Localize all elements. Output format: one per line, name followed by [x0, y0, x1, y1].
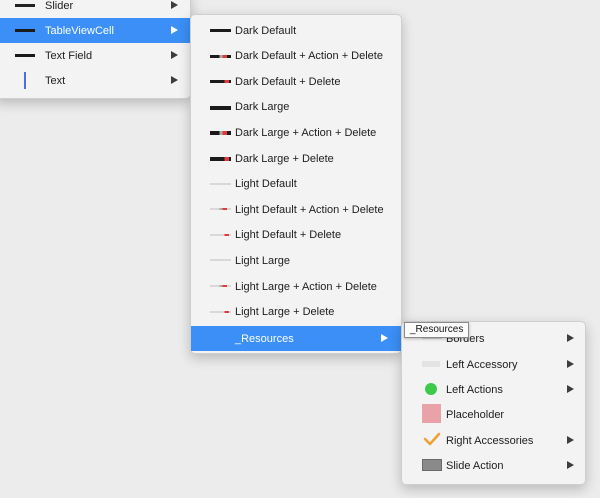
menu-item-label: Dark Default + Action + Delete	[235, 50, 383, 63]
tooltip: _Resources	[404, 322, 470, 338]
checkmark-icon	[423, 432, 441, 449]
menu-item-placeholder[interactable]: Placeholder	[402, 402, 585, 427]
dark-cell-icon	[210, 29, 231, 32]
menu-item-label: Light Default	[235, 178, 297, 191]
menu-item-label: Light Large	[235, 254, 291, 267]
submenu-arrow-icon	[171, 26, 178, 34]
menu-item-dark-default[interactable]: Dark Default	[191, 18, 401, 43]
dark-cell-delete-icon	[210, 80, 231, 84]
submenu-arrow-icon	[567, 385, 574, 393]
menu-item-slider[interactable]: Slider	[0, 0, 190, 18]
menu-item-label: Dark Default	[235, 24, 297, 37]
resources-menu: Borders Left Accessory Left Actions Plac…	[401, 321, 586, 485]
menu-item-slide-action[interactable]: Slide Action	[402, 453, 585, 478]
menu-item-light-large[interactable]: Light Large	[191, 248, 401, 273]
submenu-arrow-icon	[381, 334, 388, 342]
submenu-arrow-icon	[171, 76, 178, 84]
tableviewcell-menu: Dark Default Dark Default + Action + Del…	[190, 14, 402, 354]
left-accessory-icon	[422, 361, 440, 367]
menu-item-label: Dark Large + Action + Delete	[235, 126, 377, 139]
menu-item-label: Placeholder	[446, 408, 505, 421]
submenu-arrow-icon	[171, 1, 178, 9]
submenu-arrow-icon	[171, 51, 178, 59]
text-cursor-icon	[24, 72, 26, 89]
menu-item-light-default[interactable]: Light Default	[191, 172, 401, 197]
menu-item-text-field[interactable]: Text Field	[0, 43, 190, 68]
text-field-icon	[15, 54, 35, 57]
menu-item-label: Light Default + Delete	[235, 229, 342, 242]
submenu-arrow-icon	[567, 436, 574, 444]
menu-item-left-accessory[interactable]: Left Accessory	[402, 352, 585, 377]
light-large-cell-action-delete-icon	[210, 285, 231, 287]
menu-item-label: Left Actions	[446, 383, 503, 396]
table-view-cell-icon	[15, 29, 35, 32]
menu-item-label: Light Large + Delete	[235, 306, 335, 319]
menu-item-dark-default-delete[interactable]: Dark Default + Delete	[191, 69, 401, 94]
menu-item-label: Dark Default + Delete	[235, 75, 341, 88]
menu-item-label: Dark Large + Delete	[235, 152, 334, 165]
menu-item-resources[interactable]: _Resources	[191, 326, 401, 351]
dark-large-cell-icon	[210, 105, 231, 110]
menu-item-dark-large-delete[interactable]: Dark Large + Delete	[191, 146, 401, 171]
menu-item-label: _Resources	[235, 332, 294, 345]
menu-item-light-large-action-delete[interactable]: Light Large + Action + Delete	[191, 274, 401, 299]
submenu-arrow-icon	[567, 360, 574, 368]
menu-item-left-actions[interactable]: Left Actions	[402, 377, 585, 402]
symbol-menu: Slider TableViewCell Text Field Text	[0, 0, 191, 99]
menu-item-label: TableViewCell	[45, 24, 114, 37]
menu-item-label: Text	[45, 74, 66, 87]
menu-item-tableviewcell[interactable]: TableViewCell	[0, 18, 190, 43]
dark-cell-action-delete-icon	[210, 54, 231, 58]
dark-large-cell-delete-icon	[210, 157, 231, 161]
light-large-cell-icon	[210, 259, 231, 262]
menu-item-dark-default-action-delete[interactable]: Dark Default + Action + Delete	[191, 44, 401, 69]
menu-item-text[interactable]: Text	[0, 68, 190, 93]
menu-item-light-large-delete[interactable]: Light Large + Delete	[191, 300, 401, 325]
submenu-arrow-icon	[567, 334, 574, 342]
pink-square-icon	[422, 404, 441, 423]
menu-item-label: Left Accessory	[446, 358, 518, 371]
submenu-arrow-icon	[567, 461, 574, 469]
light-cell-action-delete-icon	[210, 208, 231, 211]
menu-item-label: Light Default + Action + Delete	[235, 203, 384, 216]
menu-item-light-default-action-delete[interactable]: Light Default + Action + Delete	[191, 197, 401, 222]
menu-item-dark-large[interactable]: Dark Large	[191, 95, 401, 120]
menu-item-label: Right Accessories	[446, 434, 534, 447]
menu-item-light-default-delete[interactable]: Light Default + Delete	[191, 223, 401, 248]
menu-item-label: Slider	[45, 0, 74, 12]
light-cell-icon	[210, 182, 231, 185]
green-circle-icon	[425, 383, 437, 395]
menu-item-right-accessories[interactable]: Right Accessories	[402, 428, 585, 453]
menu-item-label: Slide Action	[446, 459, 504, 472]
menu-item-dark-large-action-delete[interactable]: Dark Large + Action + Delete	[191, 120, 401, 145]
light-cell-delete-icon	[210, 233, 231, 236]
light-large-cell-delete-icon	[210, 310, 231, 313]
slider-icon	[15, 4, 35, 7]
menu-item-label: Dark Large	[235, 101, 290, 114]
menu-item-label: Text Field	[45, 49, 93, 62]
dark-large-cell-action-delete-icon	[210, 131, 231, 136]
slide-action-icon	[422, 459, 442, 471]
menu-item-label: Light Large + Action + Delete	[235, 280, 377, 293]
